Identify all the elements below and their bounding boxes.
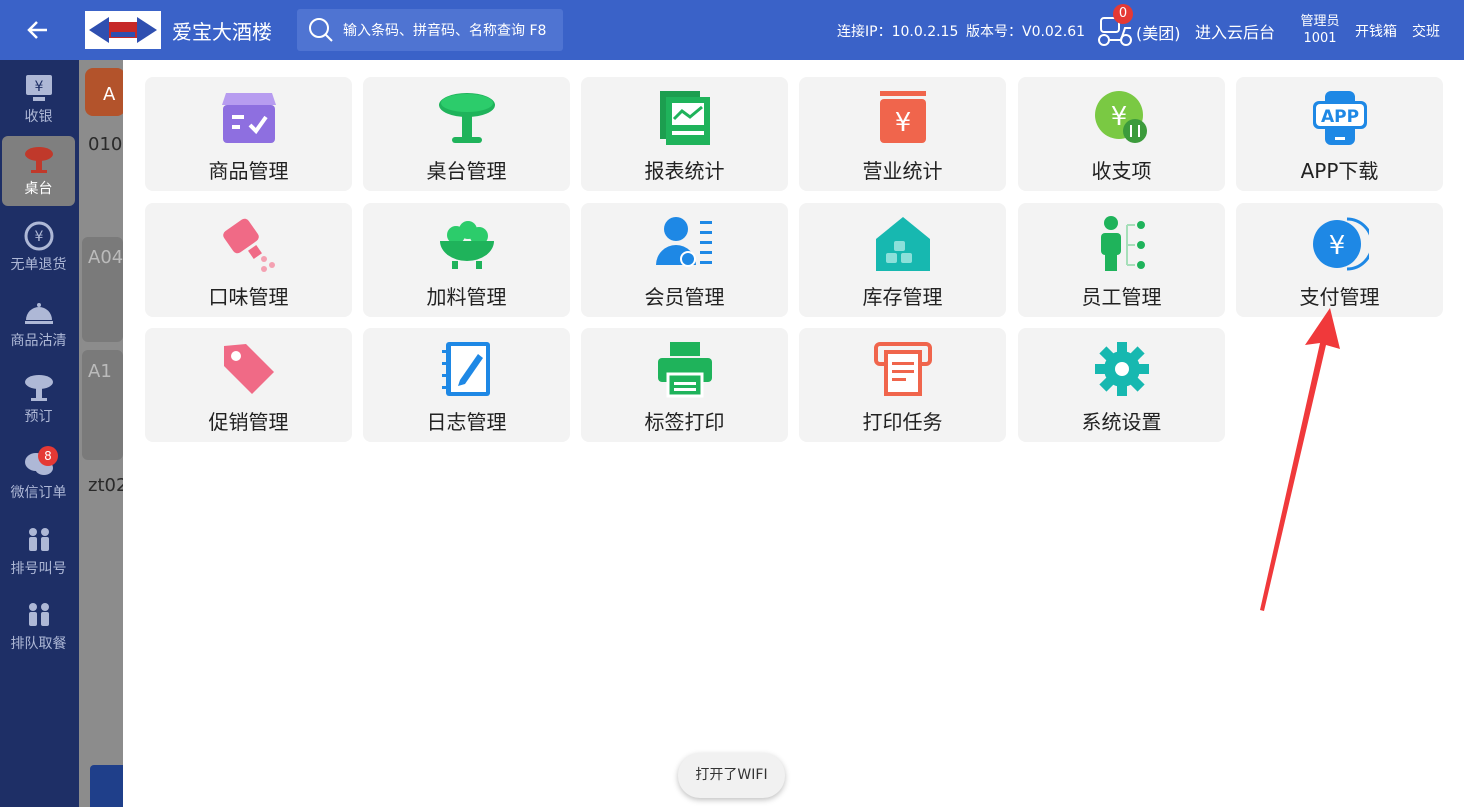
underlay-text: A04 xyxy=(88,247,123,268)
report-statistics-button[interactable]: 报表统计 xyxy=(581,77,788,191)
cloud-backend-button[interactable]: 进入云后台 xyxy=(1195,19,1275,43)
svg-text:APP: APP xyxy=(1321,107,1359,127)
search-input[interactable]: 输入条码、拼音码、名称查询 F8 xyxy=(343,20,546,40)
sidebar-item-tables[interactable]: 桌台 xyxy=(2,136,75,206)
cashier-icon: ¥ xyxy=(25,75,52,101)
topping-management-button[interactable]: 加料管理 xyxy=(363,203,570,317)
table-management-button[interactable]: 桌台管理 xyxy=(363,77,570,191)
income-expense-button[interactable]: ¥ 收支项 xyxy=(1018,77,1225,191)
promo-tag-icon xyxy=(224,344,274,394)
sidebar-item-refund[interactable]: ¥ 无单退货 xyxy=(2,212,75,282)
payment-icon: ¥ xyxy=(1313,217,1369,271)
annotation-arrow-icon xyxy=(1260,308,1340,611)
underlay-button xyxy=(90,765,123,807)
version-number: 版本号：V0.02.61 xyxy=(966,24,1086,40)
settings-gear-icon xyxy=(1095,342,1149,396)
staff-icon xyxy=(1101,216,1145,271)
payment-management-button[interactable]: ¥ 支付管理 xyxy=(1236,203,1443,317)
sidebar-item-cashier[interactable]: ¥ 收银 xyxy=(2,64,75,134)
topping-bowl-icon xyxy=(440,221,494,269)
app-download-button[interactable]: APP APP下载 xyxy=(1236,77,1443,191)
wechat-order-badge: 8 xyxy=(38,446,58,466)
app-download-icon: APP xyxy=(1313,91,1367,145)
queue-call-icon xyxy=(28,528,49,551)
search-box[interactable]: 输入条码、拼音码、名称查询 F8 xyxy=(297,9,563,51)
operator-role: 管理员 xyxy=(1300,14,1340,29)
cloche-icon xyxy=(24,303,53,324)
staff-management-button[interactable]: 员工管理 xyxy=(1018,203,1225,317)
top-bar: 爱宝大酒楼 输入条码、拼音码、名称查询 F8 连接IP：10.0.2.15 版本… xyxy=(0,0,1464,60)
underlay-text: A1 xyxy=(88,361,112,382)
sidebar: ¥ 收银 桌台 ¥ 无单退货 商品沽清 预订 微信订单 8 排号叫号 排队取餐 xyxy=(0,60,79,807)
logo-icon xyxy=(87,13,159,47)
member-icon xyxy=(656,217,712,267)
queue-meal-icon xyxy=(28,603,49,626)
goods-management-button[interactable]: 商品管理 xyxy=(145,77,352,191)
table-icon xyxy=(24,147,53,173)
search-icon xyxy=(309,18,333,42)
toast-message: 打开了WIFI xyxy=(678,753,785,798)
label-print-button[interactable]: 标签打印 xyxy=(581,328,788,442)
shift-handover-button[interactable]: 交班 xyxy=(1412,21,1440,41)
svg-text:¥: ¥ xyxy=(895,108,912,138)
seasoning-icon xyxy=(223,218,275,272)
store-name: 爱宝大酒楼 xyxy=(172,20,272,44)
back-arrow-icon xyxy=(27,21,47,39)
brand-logo xyxy=(85,11,161,49)
connection-ip: 连接IP：10.0.2.15 xyxy=(837,24,959,40)
revenue-icon: ¥ xyxy=(880,91,926,143)
inventory-management-button[interactable]: 库存管理 xyxy=(799,203,1006,317)
back-button[interactable] xyxy=(22,14,54,46)
label-printer-icon xyxy=(658,342,712,398)
log-management-button[interactable]: 日志管理 xyxy=(363,328,570,442)
operator-id: 1001 xyxy=(1303,31,1337,46)
svg-text:¥: ¥ xyxy=(1329,231,1346,261)
income-expense-icon: ¥ xyxy=(1095,91,1147,143)
report-chart-icon xyxy=(660,91,710,145)
meituan-label[interactable]: (美团) xyxy=(1136,20,1181,44)
svg-text:¥: ¥ xyxy=(34,229,43,245)
sidebar-item-soldout[interactable]: 商品沽清 xyxy=(2,288,75,358)
flavor-management-button[interactable]: 口味管理 xyxy=(145,203,352,317)
log-notebook-icon xyxy=(442,342,490,396)
underlay-text: zt02 xyxy=(88,475,123,496)
round-table-icon xyxy=(439,93,495,143)
goods-box-icon xyxy=(222,93,276,143)
sidebar-item-queue-meal[interactable]: 排队取餐 xyxy=(2,591,75,661)
sidebar-item-reserve[interactable]: 预订 xyxy=(2,364,75,434)
area-tag: A xyxy=(85,68,123,116)
sidebar-item-queue-call[interactable]: 排号叫号 xyxy=(2,516,75,586)
svg-text:¥: ¥ xyxy=(34,79,43,95)
reserve-icon xyxy=(24,375,53,401)
underlying-table-grid: A 010 A04 A1 zt02 xyxy=(79,60,123,807)
system-settings-button[interactable]: 系统设置 xyxy=(1018,328,1225,442)
business-statistics-button[interactable]: ¥ 营业统计 xyxy=(799,77,1006,191)
delivery-badge: 0 xyxy=(1113,4,1133,24)
operator-info: 管理员 1001 xyxy=(1297,13,1343,47)
underlay-text: 010 xyxy=(88,134,123,155)
print-task-icon xyxy=(874,342,932,396)
refund-icon: ¥ xyxy=(24,221,53,251)
promotion-management-button[interactable]: 促销管理 xyxy=(145,328,352,442)
open-cashbox-button[interactable]: 开钱箱 xyxy=(1355,21,1397,41)
warehouse-icon xyxy=(876,217,930,271)
print-task-button[interactable]: 打印任务 xyxy=(799,328,1006,442)
member-management-button[interactable]: 会员管理 xyxy=(581,203,788,317)
sidebar-item-wechat-orders[interactable]: 微信订单 8 xyxy=(2,440,75,510)
